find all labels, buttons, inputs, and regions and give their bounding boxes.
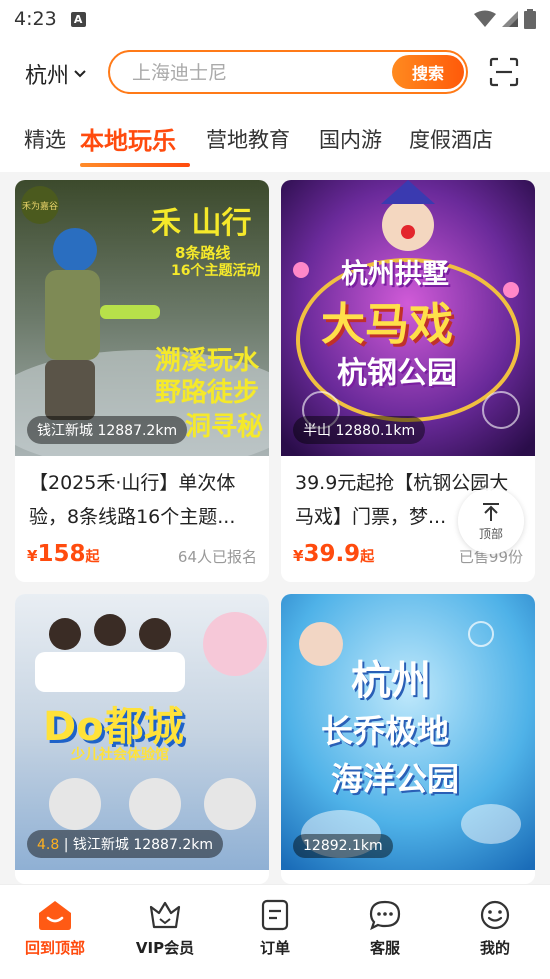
tab-domestic-travel[interactable]: 国内游 xyxy=(319,124,382,154)
search-box[interactable]: 搜索 xyxy=(108,50,468,94)
product-price: ¥39.9起 xyxy=(293,541,374,567)
nav-vip[interactable]: VIP会员 xyxy=(110,885,220,979)
price-value: 158 xyxy=(37,541,86,567)
signal-icon xyxy=(502,11,518,27)
product-title: 【2025禾·山行】单次体验，8条线路16个主题... xyxy=(29,472,236,528)
product-price: ¥158起 xyxy=(27,541,99,567)
nav-label: VIP会员 xyxy=(135,939,195,957)
back-to-top-label: 顶部 xyxy=(478,526,503,541)
city-name: 杭州 xyxy=(25,64,70,89)
search-input[interactable] xyxy=(132,60,382,86)
product-image: Do都城 少儿社会体验馆 4.8 | 钱江新城 12887.2km xyxy=(15,594,269,870)
back-to-top-button[interactable]: 顶部 xyxy=(458,488,524,554)
search-button[interactable]: 搜索 xyxy=(392,55,464,89)
product-card[interactable]: Do都城 少儿社会体验馆 4.8 | 钱江新城 12887.2km xyxy=(15,594,269,884)
image-text: 杭州拱墅 xyxy=(341,259,449,290)
location-badge: 4.8 | 钱江新城 12887.2km xyxy=(27,830,223,858)
currency-symbol: ¥ xyxy=(27,547,38,565)
image-text: 野路徒步 xyxy=(155,378,260,408)
nav-label: 回到顶部 xyxy=(24,939,85,957)
product-image: 禾为嘉谷 禾 山行 8条路线 16个主题活动 溯溪玩水 野路徒步 洞寻秘 钱江新… xyxy=(15,180,269,456)
location-text: 钱江新城 12887.2km xyxy=(72,837,213,853)
image-headline: 杭州 xyxy=(351,658,431,704)
price-value: 39.9 xyxy=(303,541,361,567)
nav-label: 我的 xyxy=(479,939,510,957)
bottom-navigation: 回到顶部 VIP会员 订单 客服 我的 xyxy=(0,884,550,979)
product-card[interactable]: 禾为嘉谷 禾 山行 8条路线 16个主题活动 溯溪玩水 野路徒步 洞寻秘 钱江新… xyxy=(15,180,269,582)
nav-orders[interactable]: 订单 xyxy=(220,885,330,979)
product-image: 杭州拱墅 大马戏 杭钢公园 半山 12880.1km xyxy=(281,180,535,456)
status-time: 4:23 xyxy=(14,8,57,30)
order-icon xyxy=(261,899,289,931)
home-icon xyxy=(39,901,71,930)
chevron-down-icon xyxy=(74,70,86,78)
image-text: 洞寻秘 xyxy=(185,412,264,442)
battery-icon xyxy=(524,9,536,29)
tab-featured[interactable]: 精选 xyxy=(24,124,66,154)
image-text: 少儿社会体验馆 xyxy=(71,747,169,763)
notification-icon: A xyxy=(70,11,86,27)
nav-label: 客服 xyxy=(369,939,400,957)
nav-profile[interactable]: 我的 xyxy=(440,885,550,979)
image-headline: 禾 山行 xyxy=(151,206,252,241)
location-badge: 半山 12880.1km xyxy=(293,416,426,444)
price-suffix: 起 xyxy=(360,549,375,565)
location-badge: 12892.1km xyxy=(293,834,393,858)
image-text: 16个主题活动 xyxy=(171,263,261,279)
tab-local-fun[interactable]: 本地玩乐 xyxy=(80,121,176,156)
category-tabs: 精选 本地玩乐 营地教育 国内游 度假酒店 xyxy=(0,106,550,172)
brand-logo: 禾为嘉谷 xyxy=(21,186,59,224)
chat-icon xyxy=(369,900,401,931)
nav-customer-service[interactable]: 客服 xyxy=(330,885,440,979)
product-image: 杭州 长乔极地 海洋公园 12892.1km xyxy=(281,594,535,870)
image-text: 长乔极地 xyxy=(321,712,450,750)
currency-symbol: ¥ xyxy=(293,547,304,565)
profile-icon xyxy=(480,900,510,930)
vip-crown-icon xyxy=(149,901,181,929)
image-text: 海洋公园 xyxy=(331,760,460,798)
header: 杭州 搜索 xyxy=(0,38,550,106)
status-bar: 4:23 A xyxy=(0,0,550,38)
price-suffix: 起 xyxy=(85,549,100,565)
product-card[interactable]: 杭州 长乔极地 海洋公园 12892.1km xyxy=(281,594,535,884)
tab-underline xyxy=(80,163,190,167)
wifi-icon xyxy=(474,10,496,27)
status-indicators xyxy=(474,9,536,29)
sales-count: 64人已报名 xyxy=(177,548,257,566)
location-badge: 钱江新城 12887.2km xyxy=(27,416,188,444)
nav-home[interactable]: 回到顶部 xyxy=(0,885,110,979)
tab-resort-hotel[interactable]: 度假酒店 xyxy=(409,124,493,154)
rating: 4.8 xyxy=(37,837,60,853)
arrow-up-icon xyxy=(483,502,499,521)
image-headline: 大马戏 xyxy=(321,299,453,350)
city-selector[interactable]: 杭州 xyxy=(25,58,87,90)
scan-icon[interactable] xyxy=(488,56,520,88)
nav-label: 订单 xyxy=(259,939,290,957)
image-text: 杭钢公园 xyxy=(337,356,457,391)
tab-camp-education[interactable]: 营地教育 xyxy=(206,124,290,154)
